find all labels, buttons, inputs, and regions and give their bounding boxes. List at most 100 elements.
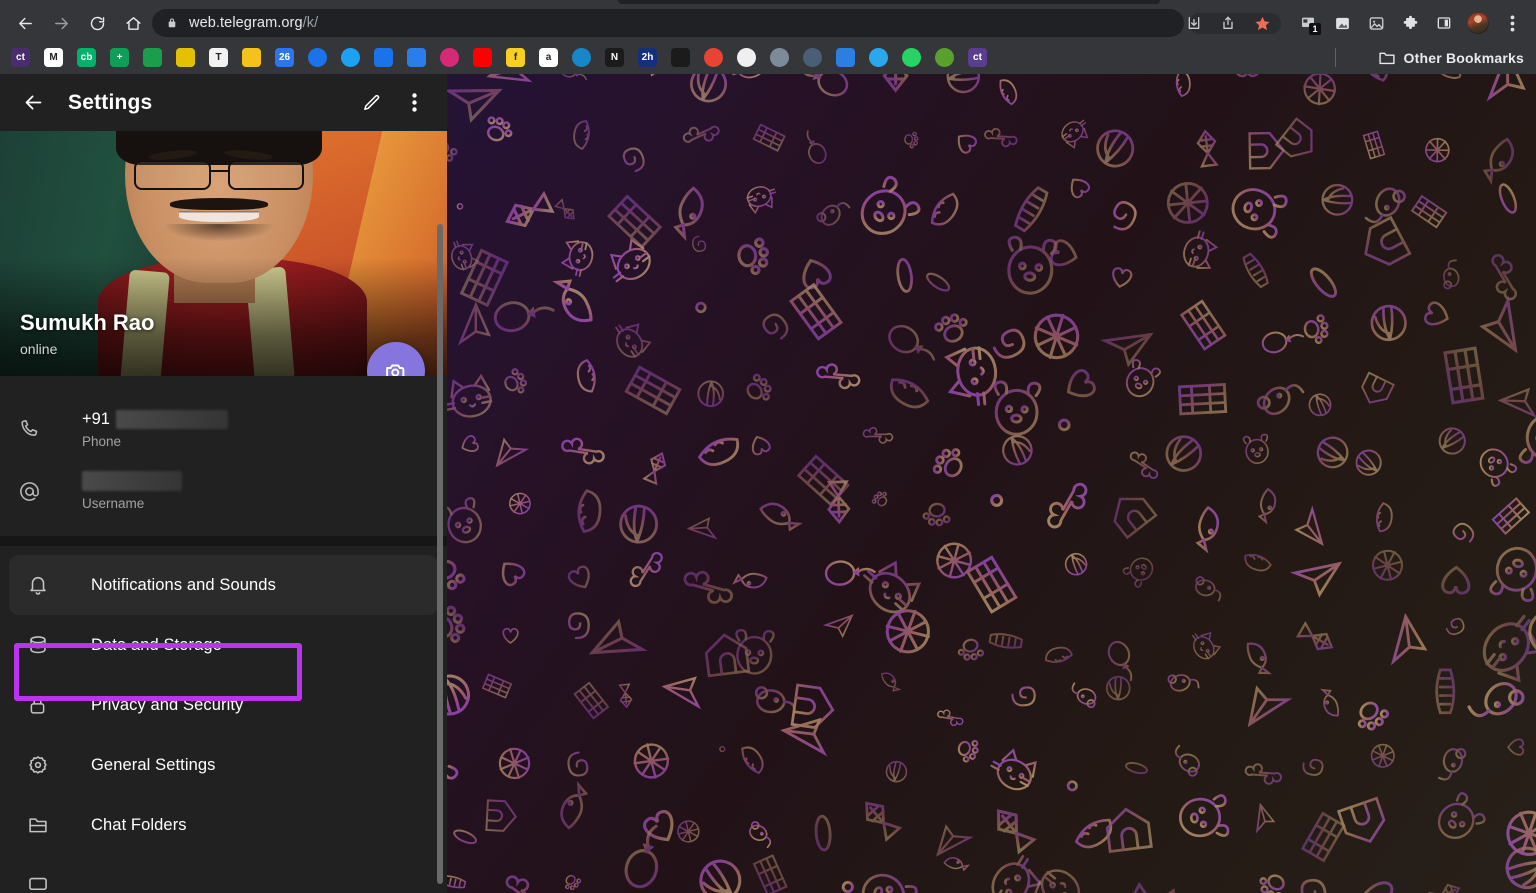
bookmark-gmail[interactable]: M bbox=[41, 47, 66, 69]
bookmark-calendar[interactable]: 26 bbox=[272, 47, 297, 69]
forward-button[interactable] bbox=[46, 8, 76, 38]
bookmarks-bar: ct Mcb + T 26 fa N 2h ct Other Bookmarks bbox=[0, 41, 1536, 74]
favicon bbox=[143, 48, 162, 67]
settings-header: Settings bbox=[0, 74, 447, 131]
favicon: a bbox=[539, 48, 558, 67]
panel-scrollbar-track[interactable] bbox=[439, 74, 445, 893]
bookmark-yellow-swirl[interactable] bbox=[173, 47, 198, 69]
settings-menu-button[interactable] bbox=[393, 82, 435, 124]
profile-avatar[interactable] bbox=[1463, 8, 1493, 38]
settings-item-label: Privacy and Security bbox=[91, 696, 243, 715]
bookmark-chrome[interactable] bbox=[701, 47, 726, 69]
settings-item-chat-folders[interactable]: Chat Folders bbox=[9, 795, 438, 855]
bookmark-star-icon[interactable] bbox=[1247, 8, 1277, 38]
share-icon[interactable] bbox=[1213, 8, 1243, 38]
puzzle-icon[interactable] bbox=[1395, 8, 1425, 38]
bookmark-camera[interactable] bbox=[668, 47, 693, 69]
bookmark-play[interactable] bbox=[569, 47, 594, 69]
settings-item-devices[interactable] bbox=[9, 855, 438, 893]
favicon bbox=[770, 48, 789, 67]
three-dot-menu-icon bbox=[412, 93, 417, 112]
profile-info-block: +91 Phone Username bbox=[0, 376, 447, 536]
bookmark-docs[interactable] bbox=[404, 47, 429, 69]
favicon bbox=[341, 48, 360, 67]
settings-item-label: Data and Storage bbox=[91, 636, 222, 655]
profile-photo-block[interactable]: Sumukh Rao online bbox=[0, 131, 447, 376]
settings-item-notifications[interactable]: Notifications and Sounds bbox=[9, 555, 438, 615]
bookmark-flipkart[interactable]: f bbox=[503, 47, 528, 69]
settings-list: Notifications and Sounds Data and Storag… bbox=[0, 546, 447, 893]
bell-icon bbox=[27, 574, 67, 596]
bookmark-telegram[interactable] bbox=[866, 47, 891, 69]
toolbar-right-icons: 1 bbox=[1177, 5, 1536, 41]
panel-scrollbar-thumb[interactable] bbox=[437, 224, 443, 884]
url-text: web.telegram.org/k/ bbox=[189, 15, 318, 31]
settings-panel: Settings bbox=[0, 74, 447, 893]
settings-item-privacy-security[interactable]: Privacy and Security bbox=[9, 675, 438, 735]
reload-button[interactable] bbox=[82, 8, 112, 38]
settings-back-button[interactable] bbox=[12, 82, 54, 124]
bookmark-layers[interactable] bbox=[767, 47, 792, 69]
downloads-icon[interactable] bbox=[1179, 8, 1209, 38]
bookmark-leaf[interactable] bbox=[932, 47, 957, 69]
extension-badge-count: 1 bbox=[1309, 23, 1321, 35]
gear-icon bbox=[27, 754, 67, 776]
back-arrow-icon bbox=[23, 92, 44, 113]
favicon: M bbox=[44, 48, 63, 67]
back-button[interactable] bbox=[10, 8, 40, 38]
username-redaction bbox=[82, 471, 182, 491]
active-tab[interactable] bbox=[618, 0, 1160, 4]
at-sign-icon bbox=[18, 480, 58, 503]
address-bar[interactable]: web.telegram.org/k/ bbox=[152, 9, 1184, 37]
settings-item-label: Notifications and Sounds bbox=[91, 576, 276, 595]
browser-window: web.telegram.org/k/ 1 bbox=[0, 0, 1536, 893]
bookmark-blue-circle[interactable] bbox=[371, 47, 396, 69]
bookmark-youtube[interactable] bbox=[470, 47, 495, 69]
bookmark-instagram[interactable] bbox=[437, 47, 462, 69]
url-path: /k/ bbox=[303, 15, 319, 31]
other-bookmarks-button[interactable]: Other Bookmarks bbox=[1378, 41, 1524, 74]
back-arrow-icon bbox=[17, 15, 34, 32]
favicon: ct bbox=[968, 48, 987, 67]
device-icon bbox=[27, 874, 67, 893]
bookmark-twitter[interactable] bbox=[338, 47, 363, 69]
section-divider bbox=[0, 536, 447, 546]
bookmark-cb[interactable]: cb bbox=[74, 47, 99, 69]
bookmark-whatsapp[interactable] bbox=[899, 47, 924, 69]
side-panel-icon[interactable] bbox=[1429, 8, 1459, 38]
three-dot-menu-icon[interactable] bbox=[1497, 8, 1527, 38]
bookmark-panda[interactable] bbox=[734, 47, 759, 69]
favicon: 2h bbox=[638, 48, 657, 67]
favicon bbox=[572, 48, 591, 67]
bookmark-ct[interactable]: ct bbox=[965, 47, 990, 69]
reload-icon bbox=[89, 15, 106, 32]
image-extension-icon[interactable] bbox=[1327, 8, 1357, 38]
bookmark-keep[interactable] bbox=[239, 47, 264, 69]
other-bookmarks-label: Other Bookmarks bbox=[1404, 50, 1524, 66]
username-row[interactable]: Username bbox=[0, 460, 447, 522]
settings-item-data-storage[interactable]: Data and Storage bbox=[9, 615, 438, 675]
bookmark-sheets[interactable]: + bbox=[107, 47, 132, 69]
bookmark-2h[interactable]: 2h bbox=[635, 47, 660, 69]
bookmark-blue-square[interactable] bbox=[833, 47, 858, 69]
bookmark-drive[interactable] bbox=[305, 47, 330, 69]
bookmark-t-app[interactable]: T bbox=[206, 47, 231, 69]
folder-icon bbox=[27, 814, 67, 836]
bookmark-amazon[interactable]: a bbox=[536, 47, 561, 69]
bookmarks-divider bbox=[1335, 48, 1336, 67]
bookmark-cult[interactable]: ct bbox=[8, 47, 33, 69]
favicon bbox=[242, 48, 261, 67]
bookmark-netflix[interactable]: N bbox=[602, 47, 627, 69]
extension-window-icon[interactable]: 1 bbox=[1293, 8, 1323, 38]
favicon bbox=[737, 48, 756, 67]
photo-extension-icon[interactable] bbox=[1361, 8, 1391, 38]
favicon: + bbox=[110, 48, 129, 67]
settings-item-general-settings[interactable]: General Settings bbox=[9, 735, 438, 795]
edit-profile-button[interactable] bbox=[351, 82, 393, 124]
bookmark-messages[interactable] bbox=[140, 47, 165, 69]
phone-row[interactable]: +91 Phone bbox=[0, 398, 447, 460]
bookmark-podcast[interactable] bbox=[800, 47, 825, 69]
home-button[interactable] bbox=[118, 8, 148, 38]
pencil-edit-icon bbox=[362, 93, 382, 113]
favicon bbox=[308, 48, 327, 67]
